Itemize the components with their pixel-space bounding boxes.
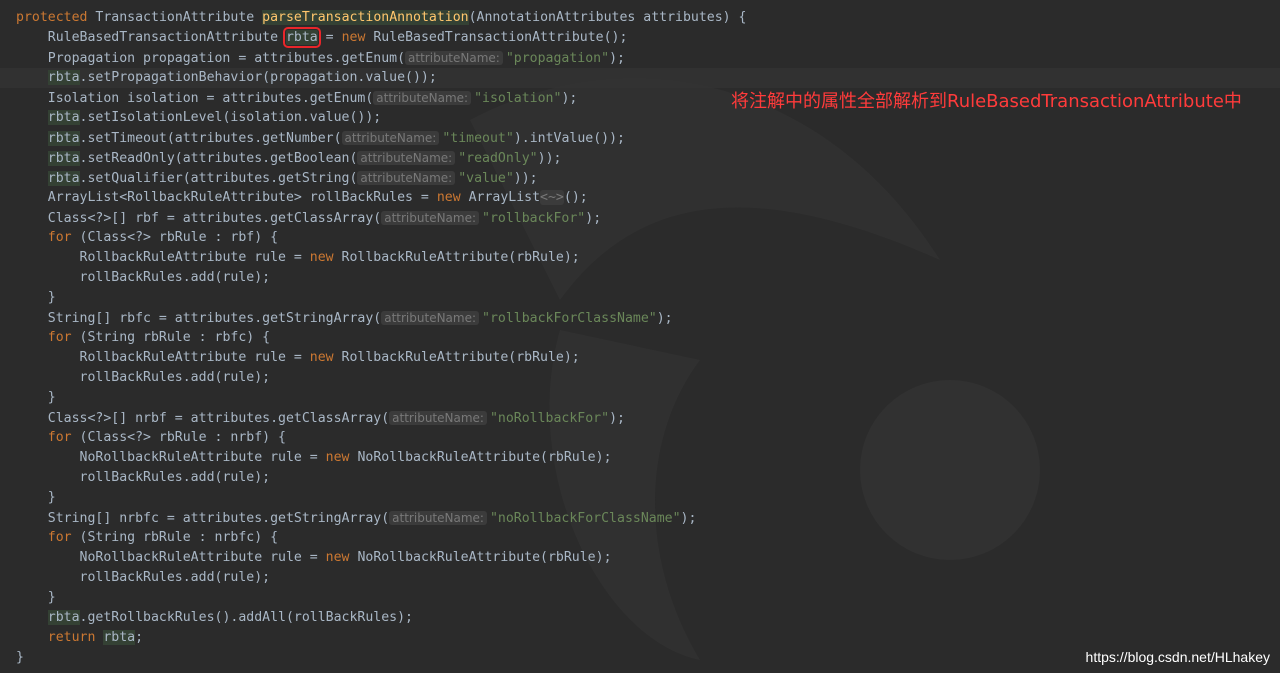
code-line: rollBackRules.add(rule); — [79, 270, 271, 285]
code-line: rollBackRules.add(rule); — [79, 470, 271, 485]
diamond-hint: <~> — [540, 190, 564, 205]
parameter-hint: attributeName: — [381, 211, 480, 225]
code-line: Propagation propagation = attributes.get… — [47, 51, 625, 66]
parameter-hint: attributeName: — [389, 511, 487, 525]
parameter-hint: attributeName: — [357, 171, 456, 185]
parameter-hint: attributeName: — [341, 131, 440, 145]
watermark: https://blog.csdn.net/HLhakey — [1085, 649, 1270, 665]
code-line: Class<?>[] rbf = attributes.getClassArra… — [47, 211, 602, 226]
annotation-text: 将注解中的属性全部解析到RuleBasedTransactionAttribut… — [731, 91, 1242, 112]
code-line: protected TransactionAttribute parseTran… — [16, 10, 747, 25]
code-line: rbta.setQualifier(attributes.getString(a… — [47, 171, 538, 186]
parameter-hint: attributeName: — [381, 311, 480, 325]
code-line: String[] rbfc = attributes.getStringArra… — [47, 311, 673, 326]
parameter-hint: attributeName: — [389, 411, 487, 425]
highlighted-variable: rbta — [282, 27, 321, 48]
code-line: for (Class<?> rbRule : rbf) { — [47, 230, 279, 245]
code-line: rollBackRules.add(rule); — [79, 370, 271, 385]
code-line: NoRollbackRuleAttribute rule = new NoRol… — [79, 550, 612, 565]
code-line: for (String rbRule : rbfc) { — [47, 330, 271, 345]
code-line: RuleBasedTransactionAttribute rbta = new… — [47, 27, 628, 48]
code-line: Class<?>[] nrbf = attributes.getClassArr… — [47, 411, 625, 426]
code-line: rollBackRules.add(rule); — [79, 570, 271, 585]
code-line: } — [47, 390, 56, 405]
code-line: rbta.setReadOnly(attributes.getBoolean(a… — [47, 151, 562, 166]
code-line: ArrayList<RollbackRuleAttribute> rollBac… — [47, 190, 588, 205]
code-line: RollbackRuleAttribute rule = new Rollbac… — [79, 350, 580, 365]
code-line: String[] nrbfc = attributes.getStringArr… — [47, 511, 697, 526]
code-line: } — [47, 290, 56, 305]
parameter-hint: attributeName: — [405, 51, 503, 65]
parameter-hint: attributeName: — [373, 91, 472, 105]
code-line-current: rbta.setPropagationBehavior(propagation.… — [0, 68, 1280, 88]
code-line: RollbackRuleAttribute rule = new Rollbac… — [79, 250, 580, 265]
code-line: NoRollbackRuleAttribute rule = new NoRol… — [79, 450, 612, 465]
code-line: rbta.setTimeout(attributes.getNumber(att… — [47, 131, 625, 146]
method-name: parseTransactionAnnotation — [262, 10, 469, 25]
code-line: for (String rbRule : nrbfc) { — [47, 530, 279, 545]
code-line: } — [47, 590, 56, 605]
parameter-hint: attributeName: — [357, 151, 456, 165]
code-line: rbta.getRollbackRules().addAll(rollBackR… — [47, 610, 413, 625]
code-line: } — [47, 490, 56, 505]
code-line: return rbta; — [47, 630, 144, 645]
code-line: for (Class<?> rbRule : nrbf) { — [47, 430, 286, 445]
